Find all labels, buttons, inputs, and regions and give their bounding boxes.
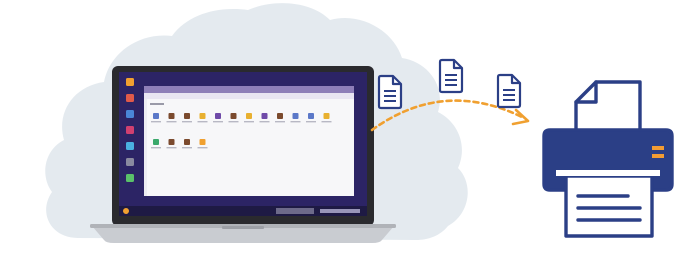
window-sidebar <box>144 99 147 196</box>
icon-caption <box>290 121 301 123</box>
icon-caption <box>306 121 316 123</box>
window-body <box>144 86 354 196</box>
icon-caption <box>213 121 223 123</box>
icon-caption <box>259 121 270 123</box>
icon-caption <box>197 147 208 149</box>
blue-app-icon[interactable] <box>308 113 314 119</box>
icon-caption <box>182 121 192 123</box>
icon-caption <box>275 121 285 123</box>
laptop-notch <box>222 226 264 229</box>
purple-app-icon[interactable] <box>215 113 221 119</box>
brown-app-icon[interactable] <box>277 113 283 119</box>
yellow-app-icon[interactable] <box>199 113 206 119</box>
brown-app-icon[interactable] <box>184 113 190 119</box>
file-explorer-window <box>144 86 354 196</box>
blue-app-icon[interactable] <box>292 113 299 119</box>
brown-app-icon[interactable] <box>168 113 175 119</box>
print-from-cloud-illustration <box>0 0 697 253</box>
icon-caption <box>228 121 239 123</box>
icon-caption <box>244 121 254 123</box>
desktop-app-icon[interactable] <box>126 78 134 86</box>
desktop-app-icon[interactable] <box>126 94 134 102</box>
yellow-app-icon[interactable] <box>246 113 252 119</box>
start-button[interactable] <box>123 208 129 214</box>
icon-caption <box>151 147 161 149</box>
browser-e-app-icon[interactable] <box>199 139 206 145</box>
blue-app-icon[interactable] <box>153 113 159 119</box>
icon-caption <box>151 121 161 123</box>
window-titlebar <box>144 86 354 93</box>
icon-caption <box>182 147 192 149</box>
taskbar-tray <box>320 209 360 213</box>
folder-label <box>150 103 164 105</box>
purple-app-icon[interactable] <box>261 113 268 119</box>
desktop-app-icon[interactable] <box>126 158 134 166</box>
brown-app-icon[interactable] <box>230 113 237 119</box>
desktop-app-icon[interactable] <box>126 110 134 118</box>
green-app-icon[interactable] <box>153 139 159 145</box>
document-icon <box>377 74 403 110</box>
desktop-app-icon[interactable] <box>126 126 134 134</box>
laptop <box>90 66 396 243</box>
icon-caption <box>166 121 177 123</box>
yellow-app-icon[interactable] <box>323 113 330 119</box>
desktop-app-icon[interactable] <box>126 142 134 150</box>
brown-app-icon[interactable] <box>168 139 175 145</box>
icon-caption <box>197 121 208 123</box>
window-toolbar <box>144 93 354 99</box>
taskbar-search[interactable] <box>276 208 314 214</box>
brown-app-icon[interactable] <box>184 139 190 145</box>
document-icon <box>438 58 464 94</box>
icon-caption <box>166 147 177 149</box>
printer-icon <box>542 80 674 238</box>
icon-caption <box>321 121 332 123</box>
printer-slot <box>556 170 660 176</box>
document-icon <box>496 73 522 109</box>
desktop-app-icon[interactable] <box>126 174 134 182</box>
printer-paper-out <box>564 174 654 238</box>
